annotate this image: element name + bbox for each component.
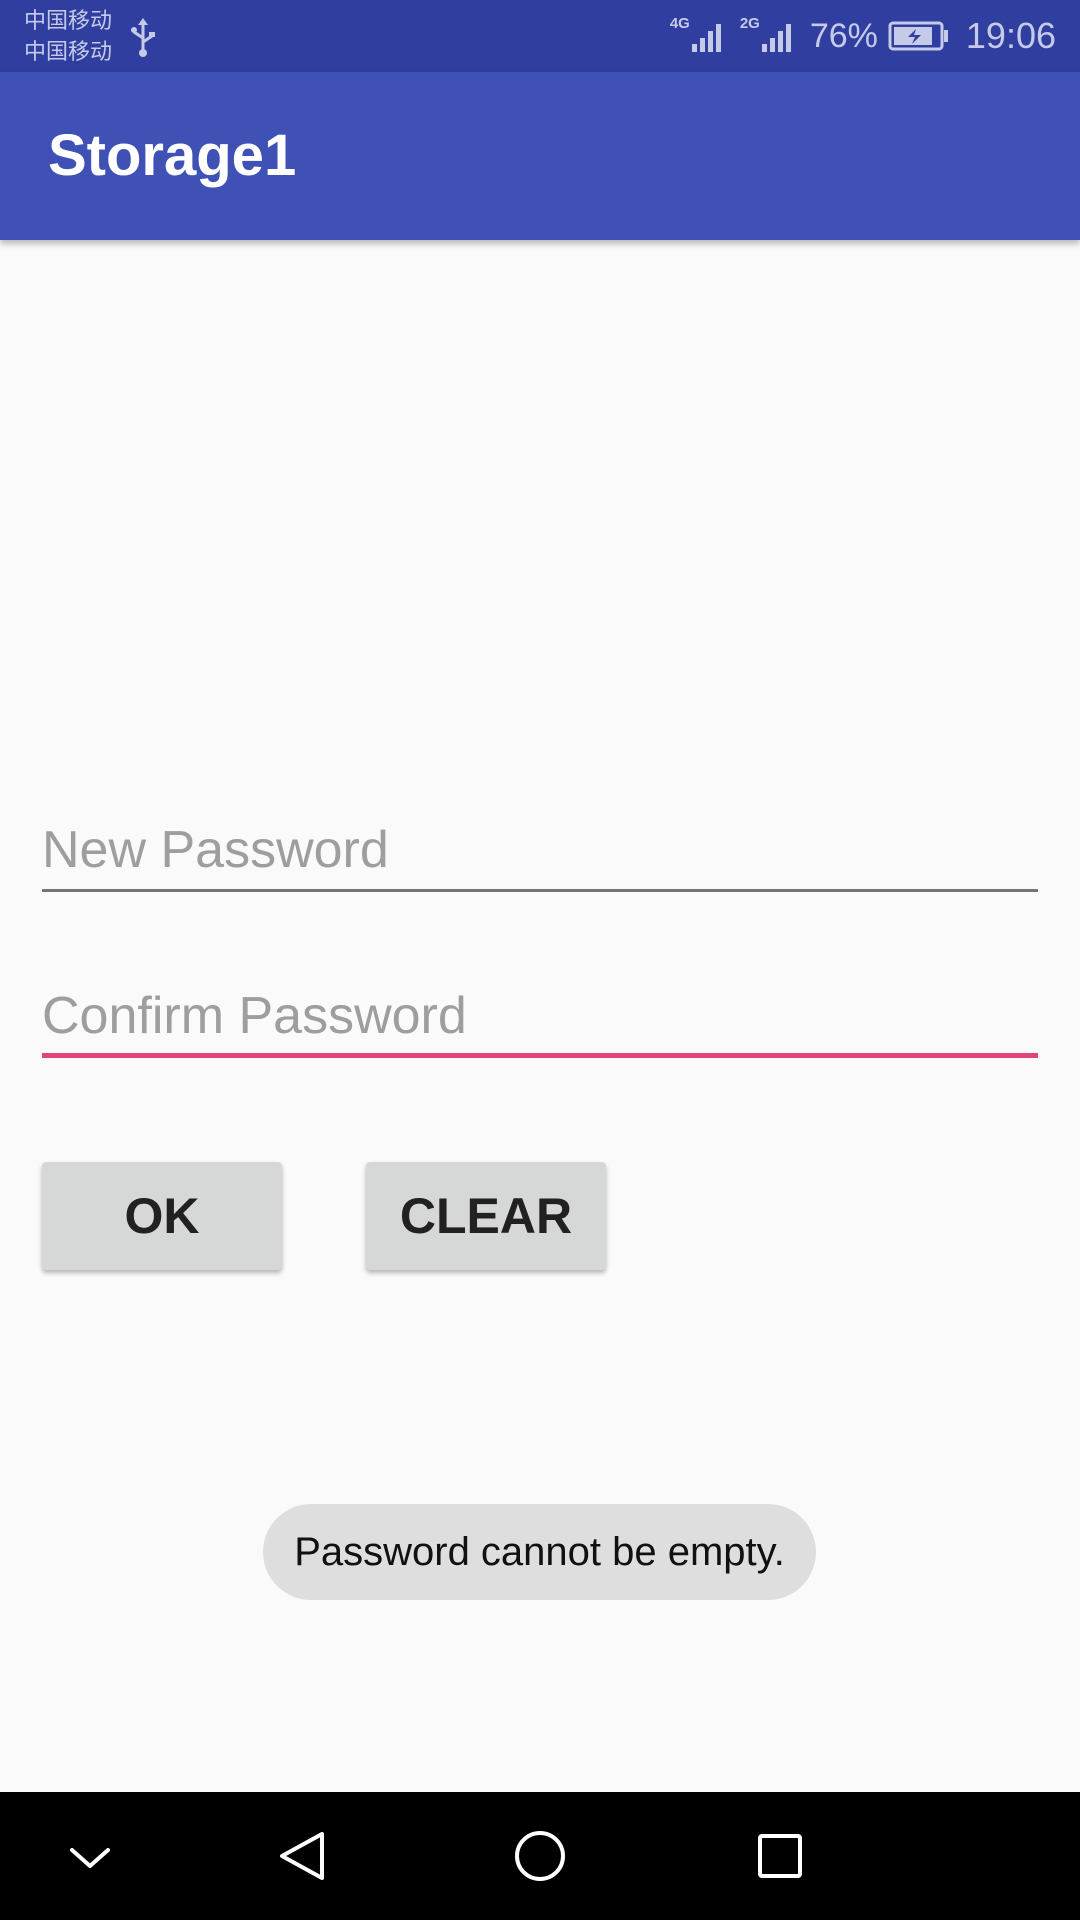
signal-bars-icon bbox=[761, 24, 791, 52]
status-bar: 中国移动 中国移动 4G 2G 76% 19:06 bbox=[0, 0, 1080, 72]
confirm-password-underline bbox=[42, 1053, 1038, 1058]
recent-square-icon[interactable] bbox=[740, 1816, 820, 1896]
clear-button[interactable]: CLEAR bbox=[366, 1162, 606, 1270]
signal-1: 4G bbox=[670, 16, 730, 56]
chevron-down-icon[interactable] bbox=[50, 1816, 130, 1896]
signal-bars-icon bbox=[691, 24, 721, 52]
battery-charging-icon bbox=[888, 21, 948, 51]
navigation-bar bbox=[0, 1792, 1080, 1920]
battery-percent: 76% bbox=[809, 16, 878, 55]
carrier-label-2: 中国移动 bbox=[24, 40, 113, 65]
carrier-label-1: 中国移动 bbox=[24, 9, 113, 34]
usb-icon bbox=[131, 18, 155, 57]
back-triangle-icon[interactable] bbox=[260, 1816, 340, 1896]
confirm-password-field[interactable]: Confirm Password bbox=[42, 978, 1038, 1058]
confirm-password-hint: Confirm Password bbox=[42, 987, 467, 1045]
new-password-field[interactable]: New Password bbox=[42, 812, 1038, 892]
status-indicators: 4G 2G 76% 19:06 bbox=[670, 0, 1056, 72]
app-title: Storage1 bbox=[48, 123, 297, 188]
app-bar: Storage1 bbox=[0, 72, 1080, 240]
home-circle-icon[interactable] bbox=[500, 1816, 580, 1896]
toast-message: Password cannot be empty. bbox=[263, 1504, 816, 1600]
new-password-hint: New Password bbox=[42, 821, 389, 879]
new-password-underline bbox=[42, 889, 1038, 892]
signal-2: 2G bbox=[740, 16, 800, 56]
ok-button[interactable]: OK bbox=[42, 1162, 282, 1270]
carrier-info: 中国移动 中国移动 bbox=[24, 6, 112, 68]
clock: 19:06 bbox=[965, 15, 1056, 56]
